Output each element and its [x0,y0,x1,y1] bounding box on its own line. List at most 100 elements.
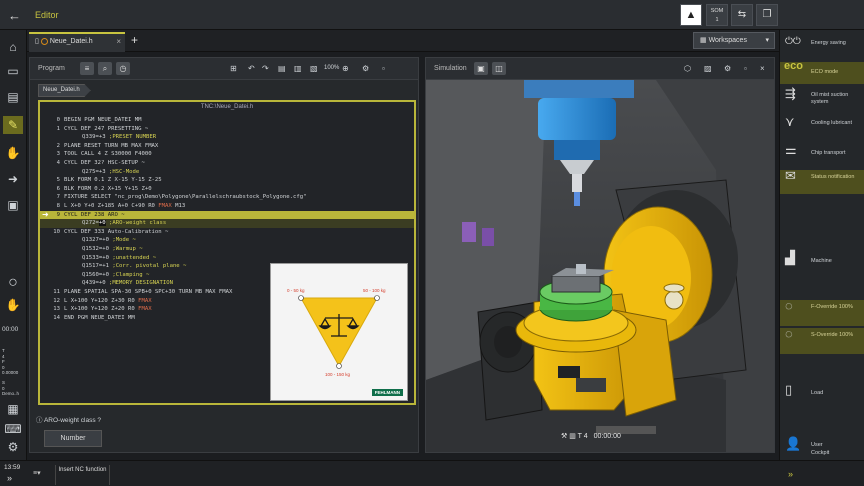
nc-code-line[interactable]: 2 PLANE RESET TURN MB MAX FMAX [40,142,414,151]
keyboard-icon[interactable]: ⌨ [3,420,23,438]
edit-cursor-value[interactable]: +0 [98,220,106,227]
cooling-lubricant-item[interactable]: ⋎ Cooling lubricant [780,115,864,140]
warning-triangle-icon[interactable]: ▲ [680,4,702,26]
maximize-icon[interactable]: ▫ [382,64,385,73]
breadcrumb[interactable]: Neue_Datei.h [38,84,91,97]
chip-transport-icon: ⚌ [785,142,797,157]
insert-icon[interactable]: ⊞ [230,64,237,73]
s-override-item[interactable]: ◌ S-Override 100% [780,327,864,354]
code-text: END PGM NEUE_DATEI MM [64,314,135,321]
manual-hand-icon[interactable]: ✋ [3,144,23,162]
zoom-icon[interactable]: ⊕ [342,64,349,73]
undo-icon[interactable]: ↶ [248,64,255,73]
settings-icon[interactable]: ⚙ [362,64,369,73]
nc-code-line[interactable]: Q339=+3 ;PRESET NUMBER [40,133,414,142]
close-icon[interactable]: × [760,64,765,73]
code-comment: ;MEMORY DESIGNATION [105,280,173,287]
eco-mode-item[interactable]: eco ECO mode [780,60,864,84]
load-label: Load [811,390,824,396]
expand-chevron-icon[interactable]: » [7,473,12,483]
machine-item[interactable]: ▟ Machine [780,251,864,276]
simulation-status: ⚒ ▥ T 4 00:00:00 [561,432,621,440]
back-arrow-icon[interactable]: ← [8,8,21,23]
nc-code-line[interactable]: 10 CYCL DEF 333 Auto-Calibration ~ [40,228,414,237]
energy-saving-label: Energy saving [811,40,846,46]
save-icon[interactable]: ▤ [278,64,286,73]
nc-code-line[interactable]: 7 FIXTURE SELECT "nc_prog\Demo\Polygone\P… [40,193,414,202]
nc-code-line[interactable]: 8L X+0 Y+0 Z+185 A+0 C+90 R0 FMAX M13 [40,202,414,211]
nc-code-line[interactable]: 6 BLK FORM 0.2 X+15 Y+15 Z+0 [40,185,414,194]
sidebar-expand-chevron-icon[interactable]: » [788,469,793,479]
folder-icon[interactable]: ▭ [3,62,23,80]
fmax-keyword: FMAX [134,297,152,304]
simulation-time: 00:00:00 [593,433,621,440]
zoom-level: 100% [324,65,340,71]
network-icon[interactable]: ⇆ [731,4,753,26]
fmax-keyword: FMAX [154,203,172,209]
compare-icon[interactable]: ▧ [310,64,318,73]
chip-transport-item[interactable]: ⚌ Chip transport [780,142,864,166]
chevron-down-icon: ▾ [765,37,769,44]
tab-close-icon[interactable]: × [116,34,121,50]
insert-nc-function-button[interactable]: Insert NC function [55,465,110,485]
table-icon[interactable]: ▤ [3,88,23,106]
nc-code-line[interactable]: Q1532=+0 ;Warmup ~ [40,245,414,254]
screens-icon[interactable]: ❐ [756,4,778,26]
nc-code-line[interactable]: 0 BEGIN PGM NEUE_DATEI MM [40,116,414,125]
current-block-arrow-icon: ➜ [42,209,49,219]
f-override-item[interactable]: ◌ F-Override 100% [780,299,864,326]
nc-code-line[interactable]: 5 BLK FORM 0.1 Z X-15 Y-15 Z-25 [40,176,414,185]
cube-view-icon[interactable]: ⬡ [684,64,691,73]
run-arrow-icon[interactable]: ➜ [3,170,23,188]
nc-code-line[interactable]: 3 TOOL CALL 4 Z S30000 F4000 [40,150,414,159]
oil-mist-item[interactable]: ⇶ Oil mist suction system [780,87,864,112]
calendar-icon[interactable]: ▥ [294,64,302,73]
clock-icon[interactable]: ◷ [116,62,130,75]
bottom-bar: 13:59 » ≡▾ Insert NC function » [0,460,864,486]
code-text: L X+100 Y+120 Z+20 R0 [64,306,135,313]
list-view-icon[interactable]: ≡ [80,62,94,75]
nc-code-line[interactable]: 1 CYCL DEF 247 PRESETTING ~ [40,125,414,134]
settings-icon-sim[interactable]: ⚙ [724,64,731,73]
machine-3d-view[interactable] [426,80,775,453]
status-notification-item[interactable]: ✉ Status notification [780,169,864,194]
code-text: Q1532=+0 [82,246,109,252]
home-icon[interactable]: ⌂ [3,38,23,56]
redo-icon[interactable]: ↷ [262,64,269,73]
calculator-icon[interactable]: ▦ [3,400,23,418]
menu-icon[interactable]: ≡▾ [33,469,41,477]
som-button[interactable]: SOM 1 [706,4,728,26]
nc-code-line[interactable]: Q1533=+0 ;unattended ~ [40,254,414,263]
eco-logo: eco [784,60,803,72]
user-icon: 👤 [785,436,802,451]
code-tail: M13 [171,203,186,209]
search-icon[interactable]: ⌕ [98,62,112,75]
manual-hand-small-icon[interactable]: ✋ [3,296,23,314]
export-icon[interactable]: ▨ [704,64,712,73]
editor-icon[interactable]: ✎ [3,116,23,134]
user-cockpit-item[interactable]: 👤 User Cockpit [780,436,864,462]
code-comment: ;ARO-weight class [105,220,167,227]
number-button[interactable]: Number [44,430,102,447]
workspaces-icon: ▦ [700,37,709,44]
tab-strip: ▯ Neue_Datei.h × + ▦ Workspaces ▾ [27,30,779,52]
code-comment: ;PRESET NUMBER [105,134,157,141]
tab-neue-datei[interactable]: ▯ Neue_Datei.h × [29,32,125,52]
load-item[interactable]: ▯ Load [780,383,864,406]
energy-saving-item[interactable]: ⏻⏻ Energy saving [780,36,864,56]
rail-clock: 00:00 [2,326,19,333]
line-number: 7 [56,194,60,201]
setup-icon[interactable]: ▣ [3,196,23,214]
workspaces-dropdown[interactable]: ▦ Workspaces ▾ [693,32,775,49]
nc-code-line[interactable]: Q1327=+0 ;Mode ~ [40,236,414,245]
nc-code-line[interactable]: Q275=+3 ;HSC-Mode [40,168,414,177]
settings-gear-icon[interactable]: ⚙ [3,438,23,456]
add-tab-icon[interactable]: + [131,33,138,47]
maximize-icon-sim[interactable]: ▫ [744,64,747,73]
nc-code-line[interactable]: 4 CYCL DEF 32? HSC-SETUP ~ [40,159,414,168]
cycle-start-icon[interactable]: ○ [3,274,23,292]
nc-code-line[interactable]: Q272=+0 ;ARO-weight class [40,219,414,228]
view-model-icon[interactable]: ▣ [474,62,488,75]
view-workpiece-icon[interactable]: ◫ [492,62,506,75]
nc-code-line[interactable]: 9 CYCL DEF 238 ARO ~ [40,210,414,220]
